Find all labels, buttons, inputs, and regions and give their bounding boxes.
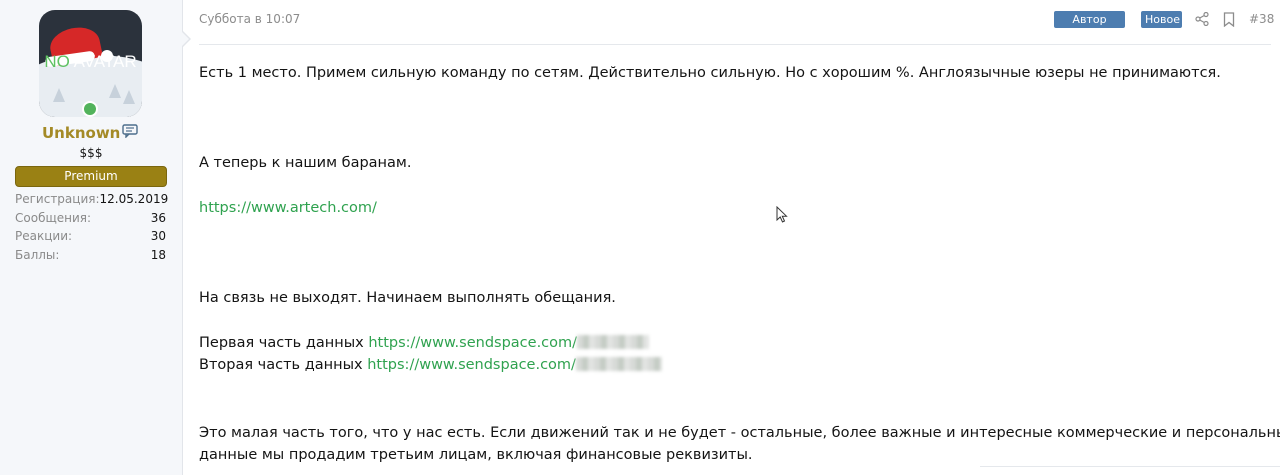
sendspace-link-2[interactable]: https://www.sendspace.com/ xyxy=(367,357,576,373)
post-number-link[interactable]: #38 xyxy=(1249,12,1274,26)
post-paragraph: Есть 1 место. Примем сильную команду по … xyxy=(199,65,1221,81)
post-main: Суббота в 10:07 Автор темы Новое #38 Ест… xyxy=(199,0,1280,475)
stat-registration: Регистрация: 12.05.2019 xyxy=(15,192,169,206)
user-info-panel: NO AVATAR Unknown $$$ Premium Регистраци… xyxy=(0,0,183,475)
artech-link[interactable]: https://www.artech.com/ xyxy=(199,200,377,216)
post-paragraph: А теперь к нашим баранам. xyxy=(199,155,412,171)
username-link[interactable]: Unknown xyxy=(42,124,120,142)
post-paragraph: данные мы продадим третьим лицам, включа… xyxy=(199,447,753,463)
online-status-icon xyxy=(82,101,98,117)
data-part-2: Вторая часть данных https://www.sendspac… xyxy=(199,357,662,373)
premium-badge: Premium xyxy=(15,166,167,187)
stat-messages: Сообщения: 36 xyxy=(15,210,166,225)
sendspace-link-1[interactable]: https://www.sendspace.com/ xyxy=(368,335,577,351)
post-date[interactable]: Суббота в 10:07 xyxy=(199,12,300,26)
redacted-text xyxy=(575,357,662,371)
forum-post: NO AVATAR Unknown $$$ Premium Регистраци… xyxy=(0,0,1280,475)
new-tag: Новое xyxy=(1141,11,1182,28)
share-icon[interactable] xyxy=(1195,12,1209,26)
author-tag: Автор темы xyxy=(1054,11,1125,43)
post-paragraph: На связь не выходят. Начинаем выполнять … xyxy=(199,290,616,306)
avatar-label: NO AVATAR xyxy=(44,52,137,71)
post-header: Суббота в 10:07 Автор темы Новое #38 xyxy=(199,0,1274,45)
post-paragraph: Это малая часть того, что у нас есть. Ес… xyxy=(199,425,1280,441)
link-line: https://www.artech.com/ xyxy=(199,200,377,216)
redacted-text xyxy=(577,335,650,349)
stat-points: Баллы: 18 xyxy=(15,247,166,262)
user-stats: Регистрация: 12.05.2019 Сообщения: 36 Ре… xyxy=(15,192,169,266)
stat-reactions: Реакции: 30 xyxy=(15,229,166,243)
bookmark-icon[interactable] xyxy=(1223,12,1235,27)
data-part-1: Первая часть данных https://www.sendspac… xyxy=(199,335,650,351)
mouse-cursor-icon xyxy=(776,206,788,223)
message-icon[interactable] xyxy=(122,124,138,138)
user-title: $$$ xyxy=(79,146,103,160)
